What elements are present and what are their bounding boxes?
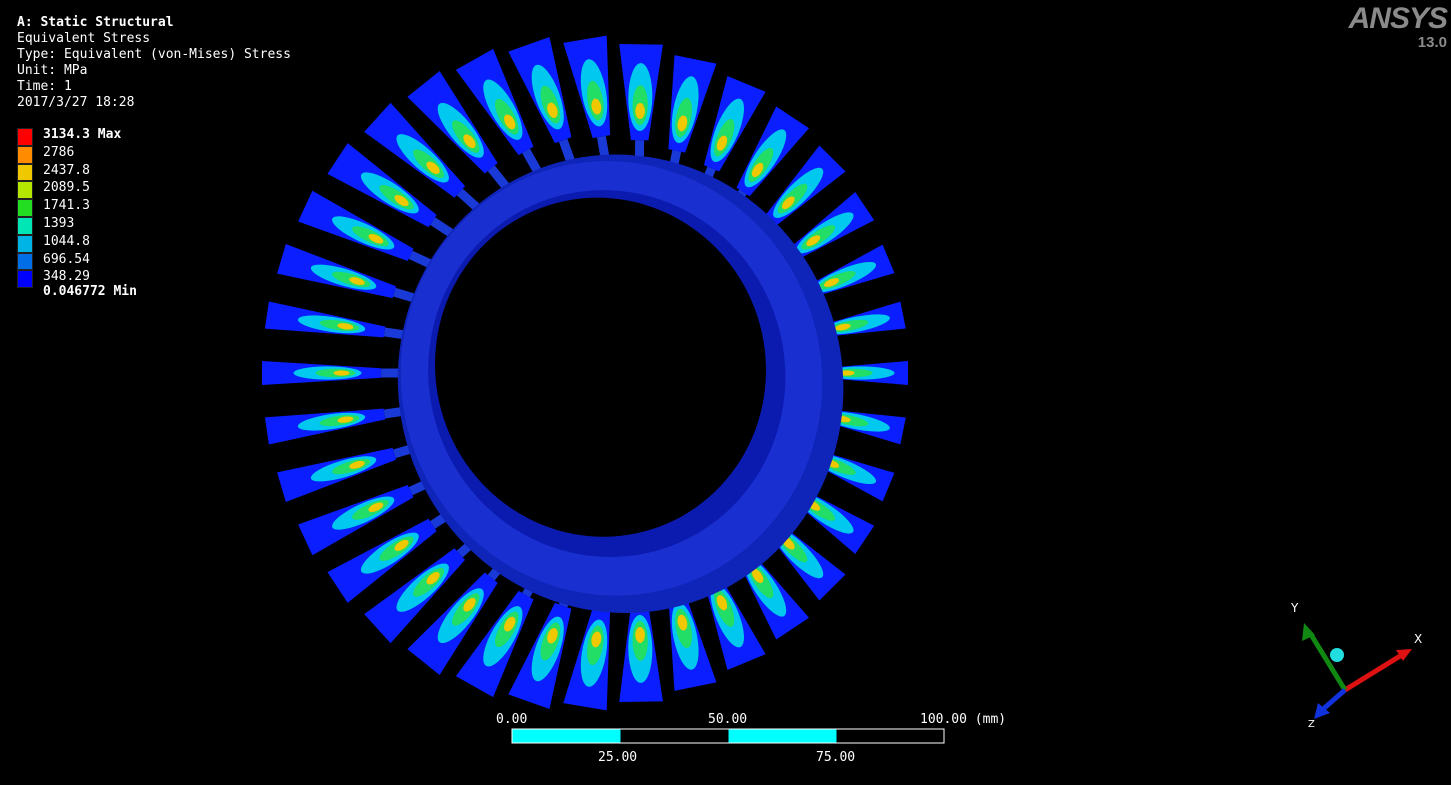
triad-x-axis — [1343, 650, 1407, 693]
turbine-blade — [619, 43, 663, 162]
blade-root — [558, 138, 575, 163]
triad-z-label: Z — [1308, 719, 1315, 730]
scale-bar: 0.00 50.00 100.00 (mm) 25.00 75.00 — [490, 712, 1010, 772]
turbine-blade — [264, 405, 411, 445]
blade-root — [596, 135, 610, 159]
triad-x-label: X — [1414, 632, 1422, 646]
scale-label-100: 100.00 (mm) — [920, 712, 1007, 727]
turbine-blade — [262, 361, 408, 385]
stress-contour-model[interactable] — [0, 0, 1451, 785]
axis-triad[interactable]: X Y Z — [1280, 595, 1430, 735]
blade-root — [522, 148, 542, 174]
blade-root — [456, 188, 481, 212]
turbine-blade — [563, 35, 611, 159]
scale-label-0: 0.00 — [496, 712, 528, 727]
scale-label-75: 75.00 — [816, 750, 856, 765]
scale-bar-graphic — [511, 728, 945, 744]
triad-y-label: Y — [1290, 601, 1299, 615]
blade-root — [487, 165, 510, 190]
triad-origin-ball — [1330, 648, 1344, 662]
scale-label-50: 50.00 — [708, 712, 748, 727]
turbine-blade — [264, 301, 411, 341]
stress-zone-peak — [333, 370, 350, 376]
triad-z-axis — [1320, 688, 1347, 712]
triad-y-axis — [1307, 631, 1348, 692]
scale-label-25: 25.00 — [598, 750, 638, 765]
